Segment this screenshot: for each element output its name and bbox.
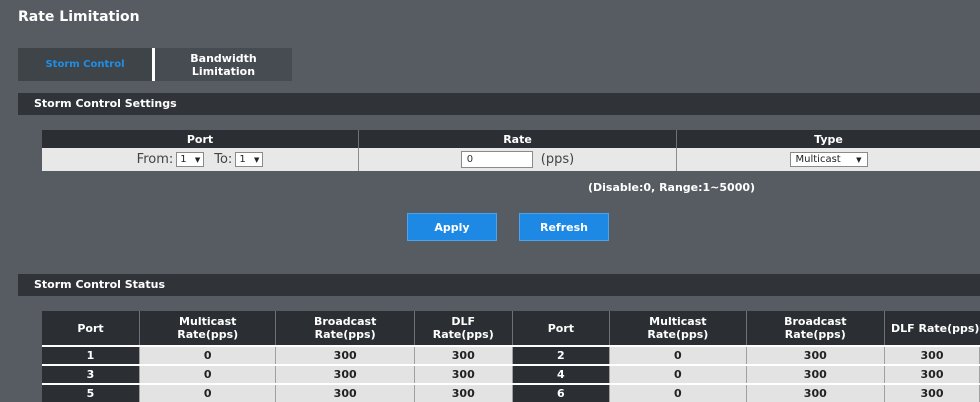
status-cell-port: 2 xyxy=(512,345,611,365)
type-column-header: Type xyxy=(814,132,843,146)
status-cell: 300 xyxy=(884,345,980,365)
status-header-port: Port xyxy=(512,311,611,346)
status-cell: 300 xyxy=(746,345,886,365)
status-cell: 0 xyxy=(609,345,747,365)
status-cell-port: 4 xyxy=(512,364,611,384)
rate-cell: (pps) xyxy=(359,148,677,171)
chevron-down-icon: ▼ xyxy=(253,155,260,164)
table-row: 5 0 300 300 6 0 300 300 xyxy=(42,383,980,402)
status-cell: 300 xyxy=(884,364,980,384)
chevron-down-icon: ▼ xyxy=(194,155,201,164)
status-cell-port: 1 xyxy=(42,345,140,365)
status-cell: 300 xyxy=(884,383,980,402)
refresh-button[interactable]: Refresh xyxy=(519,213,609,241)
tab-bar: Storm Control Bandwidth Limitation xyxy=(18,48,292,81)
status-cell: 300 xyxy=(414,364,513,384)
status-cell: 0 xyxy=(139,383,277,402)
port-column-header: Port xyxy=(42,130,359,148)
status-section-title: Storm Control Status xyxy=(34,278,165,291)
status-header-dlf: DLF Rate(pps) xyxy=(414,311,513,346)
rate-input[interactable] xyxy=(460,151,533,168)
status-header-dlf: DLF Rate(pps) xyxy=(884,311,980,346)
rate-unit-label: (pps) xyxy=(540,152,575,167)
tab-storm-control[interactable]: Storm Control xyxy=(18,48,152,81)
chevron-down-icon: ▼ xyxy=(856,155,862,164)
type-select[interactable]: Multicast ▼ xyxy=(789,152,868,167)
table-row: 3 0 300 300 4 0 300 300 xyxy=(42,364,980,384)
rate-column-header: Rate xyxy=(359,130,677,148)
status-section-header: Storm Control Status xyxy=(18,274,980,296)
storm-control-status-table: Port Multicast Rate(pps) Broadcast Rate(pp… xyxy=(42,311,980,402)
settings-section-title: Storm Control Settings xyxy=(34,97,177,110)
status-cell: 0 xyxy=(609,364,747,384)
tab-storm-control-label: Storm Control xyxy=(45,59,125,70)
port-to-label: To: xyxy=(214,152,233,167)
port-from-value: 1 xyxy=(180,154,187,165)
status-cell: 300 xyxy=(746,364,886,384)
settings-section-header: Storm Control Settings xyxy=(18,93,980,115)
type-value: Multicast xyxy=(795,154,841,165)
status-cell: 300 xyxy=(414,345,513,365)
status-header-broadcast: Broadcast Rate(pps) xyxy=(275,311,415,346)
status-cell: 300 xyxy=(275,364,415,384)
page-title: Rate Limitation xyxy=(18,9,140,25)
status-cell: 300 xyxy=(275,345,415,365)
settings-data-row: From: 1▼ To: 1▼ (pps) Multicast▼ xyxy=(42,148,980,171)
port-from-label: From: xyxy=(136,152,174,167)
status-cell: 0 xyxy=(139,364,277,384)
status-header-multicast: Multicast Rate(pps) xyxy=(609,311,747,346)
tab-bandwidth-label-line2: Limitation xyxy=(191,64,256,78)
status-cell-port: 3 xyxy=(42,364,140,384)
type-cell: Multicast ▼ xyxy=(677,148,980,171)
port-from-select[interactable]: 1 ▼ xyxy=(176,152,205,167)
table-row: 1 0 300 300 2 0 300 300 xyxy=(42,345,980,365)
port-to-select[interactable]: 1 ▼ xyxy=(235,152,264,167)
port-cell: From: 1 ▼ To: 1 ▼ xyxy=(42,148,359,171)
status-header-port: Port xyxy=(42,311,140,346)
tab-bandwidth-limitation[interactable]: Bandwidth Limitation xyxy=(155,48,292,81)
tab-bandwidth-label: Bandwidth Limitation xyxy=(190,52,256,78)
rate-range-hint: (Disable:0, Range:1~5000) xyxy=(588,181,756,194)
status-cell: 300 xyxy=(414,383,513,402)
settings-header-row: Port Rate Type xyxy=(42,130,980,148)
apply-button[interactable]: Apply xyxy=(407,213,497,241)
port-to-value: 1 xyxy=(239,154,246,165)
status-header-multicast: Multicast Rate(pps) xyxy=(139,311,277,346)
status-cell-port: 5 xyxy=(42,383,140,402)
status-cell: 300 xyxy=(275,383,415,402)
status-header-broadcast: Broadcast Rate(pps) xyxy=(746,311,886,346)
status-cell: 0 xyxy=(609,383,747,402)
status-cell: 300 xyxy=(746,383,886,402)
storm-control-settings-table: Port Rate Type From: 1▼ To: 1▼ (pps) Mul… xyxy=(42,130,980,171)
tab-bandwidth-label-line1: Bandwidth xyxy=(190,51,257,65)
status-cell-port: 6 xyxy=(512,383,611,402)
status-cell: 0 xyxy=(139,345,277,365)
status-header-row: Port Multicast Rate(pps) Broadcast Rate(pp… xyxy=(42,311,980,346)
